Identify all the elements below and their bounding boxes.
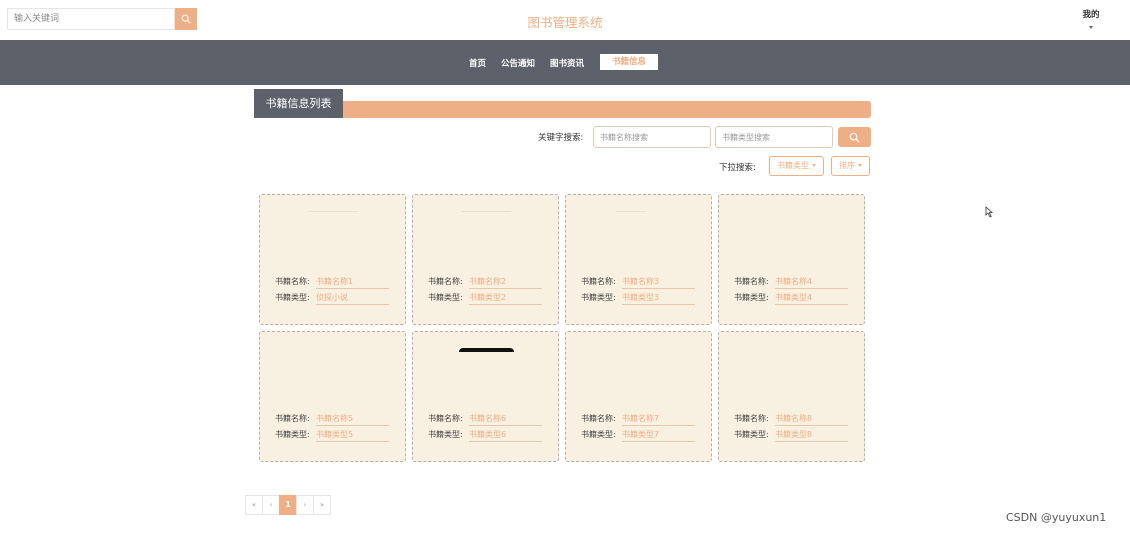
book-card[interactable]: 书籍名称: 书籍名称5 书籍类型: 书籍类型5 bbox=[259, 331, 406, 462]
book-card[interactable]: 书籍名称: 书籍名称4 书籍类型: 书籍类型4 bbox=[718, 194, 865, 325]
book-name-row: 书籍名称: 书籍名称7 bbox=[581, 413, 695, 427]
book-type-row: 书籍类型: 书籍类型8 bbox=[734, 429, 848, 443]
sort-dropdown-label: 排序 bbox=[839, 161, 855, 170]
book-cover-image[interactable] bbox=[459, 348, 514, 352]
book-name-row: 书籍名称: 书籍名称6 bbox=[428, 413, 542, 427]
book-type-row: 书籍类型: 书籍类型7 bbox=[581, 429, 695, 443]
pagination: « ‹ 1 › » bbox=[245, 495, 331, 515]
book-cover-image[interactable] bbox=[461, 211, 511, 212]
book-card[interactable]: 书籍名称: 书籍名称2 书籍类型: 书籍类型2 bbox=[412, 194, 559, 325]
dropdown-search-label: 下拉搜索: bbox=[719, 163, 756, 173]
book-name: 书籍名称5 bbox=[316, 413, 389, 426]
pagination-first[interactable]: « bbox=[245, 495, 263, 515]
book-type: 书籍类型7 bbox=[622, 429, 695, 442]
sort-dropdown[interactable]: 排序 bbox=[831, 156, 870, 176]
book-type-row: 书籍类型: 书籍类型2 bbox=[428, 292, 542, 306]
book-card[interactable]: 书籍名称: 书籍名称3 书籍类型: 书籍类型3 bbox=[565, 194, 712, 325]
book-type: 侦探小说 bbox=[316, 292, 389, 305]
book-name: 书籍名称7 bbox=[622, 413, 695, 426]
book-name-row: 书籍名称: 书籍名称8 bbox=[734, 413, 848, 427]
book-type: 书籍类型8 bbox=[775, 429, 848, 442]
watermark: CSDN @yuyuxun1 bbox=[1006, 511, 1107, 524]
section-title: 书籍信息列表 bbox=[254, 89, 343, 118]
chevron-down-icon bbox=[812, 164, 816, 167]
chevron-down-icon[interactable] bbox=[1089, 26, 1093, 29]
user-menu[interactable]: 我的 bbox=[1076, 8, 1106, 20]
site-title: 图书管理系统 bbox=[527, 15, 603, 30]
book-name-row: 书籍名称: 书籍名称1 bbox=[275, 276, 389, 290]
book-card[interactable]: 书籍名称: 书籍名称1 书籍类型: 侦探小说 bbox=[259, 194, 406, 325]
top-header: 图书管理系统 我的 bbox=[0, 0, 1130, 40]
book-type: 书籍类型4 bbox=[775, 292, 848, 305]
book-name: 书籍名称3 bbox=[622, 276, 695, 289]
book-name: 书籍名称4 bbox=[775, 276, 848, 289]
book-card[interactable]: 书籍名称: 书籍名称6 书籍类型: 书籍类型6 bbox=[412, 331, 559, 462]
book-type-dropdown-label: 书籍类型 bbox=[777, 161, 809, 170]
nav-item-home[interactable]: 首页 bbox=[469, 57, 486, 69]
book-type-row: 书籍类型: 侦探小说 bbox=[275, 292, 389, 306]
book-type-search-input[interactable] bbox=[715, 126, 833, 148]
pagination-prev[interactable]: ‹ bbox=[262, 495, 280, 515]
book-type: 书籍类型5 bbox=[316, 429, 389, 442]
pagination-next[interactable]: › bbox=[296, 495, 314, 515]
search-icon bbox=[849, 132, 860, 142]
pagination-page-current[interactable]: 1 bbox=[279, 495, 297, 515]
book-type-row: 书籍类型: 书籍类型3 bbox=[581, 292, 695, 306]
book-type-dropdown[interactable]: 书籍类型 bbox=[769, 156, 824, 176]
book-name: 书籍名称6 bbox=[469, 413, 542, 426]
book-name-row: 书籍名称: 书籍名称4 bbox=[734, 276, 848, 290]
keyword-search-button[interactable] bbox=[838, 127, 871, 147]
main-navbar: 首页 公告通知 图书资讯 书籍信息 bbox=[0, 40, 1130, 85]
book-card[interactable]: 书籍名称: 书籍名称8 书籍类型: 书籍类型8 bbox=[718, 331, 865, 462]
chevron-down-icon bbox=[858, 164, 862, 167]
section-title-bar bbox=[343, 101, 871, 118]
nav-item-notices[interactable]: 公告通知 bbox=[501, 57, 535, 69]
book-name-row: 书籍名称: 书籍名称3 bbox=[581, 276, 695, 290]
book-cover-image[interactable] bbox=[308, 211, 358, 212]
book-name-search-input[interactable] bbox=[593, 126, 711, 148]
book-type-row: 书籍类型: 书籍类型4 bbox=[734, 292, 848, 306]
book-card[interactable]: 书籍名称: 书籍名称7 书籍类型: 书籍类型7 bbox=[565, 331, 712, 462]
nav-item-news[interactable]: 图书资讯 bbox=[550, 57, 584, 69]
pagination-last[interactable]: » bbox=[313, 495, 331, 515]
book-cover-image[interactable] bbox=[616, 211, 646, 212]
book-type-row: 书籍类型: 书籍类型5 bbox=[275, 429, 389, 443]
book-name: 书籍名称1 bbox=[316, 276, 389, 289]
book-name: 书籍名称2 bbox=[469, 276, 542, 289]
book-type: 书籍类型2 bbox=[469, 292, 542, 305]
book-card-grid: 书籍名称: 书籍名称1 书籍类型: 侦探小说 书籍名称: 书籍名称2 书籍类型: 书籍类… bbox=[259, 194, 867, 462]
book-name-row: 书籍名称: 书籍名称5 bbox=[275, 413, 389, 427]
book-type: 书籍类型3 bbox=[622, 292, 695, 305]
book-name: 书籍名称8 bbox=[775, 413, 848, 426]
book-type: 书籍类型6 bbox=[469, 429, 542, 442]
nav-item-book-info[interactable]: 书籍信息 bbox=[600, 54, 659, 70]
book-type-row: 书籍类型: 书籍类型6 bbox=[428, 429, 542, 443]
book-name-row: 书籍名称: 书籍名称2 bbox=[428, 276, 542, 290]
mouse-cursor-icon bbox=[985, 206, 994, 218]
keyword-search-label: 关键字搜索: bbox=[538, 133, 584, 143]
